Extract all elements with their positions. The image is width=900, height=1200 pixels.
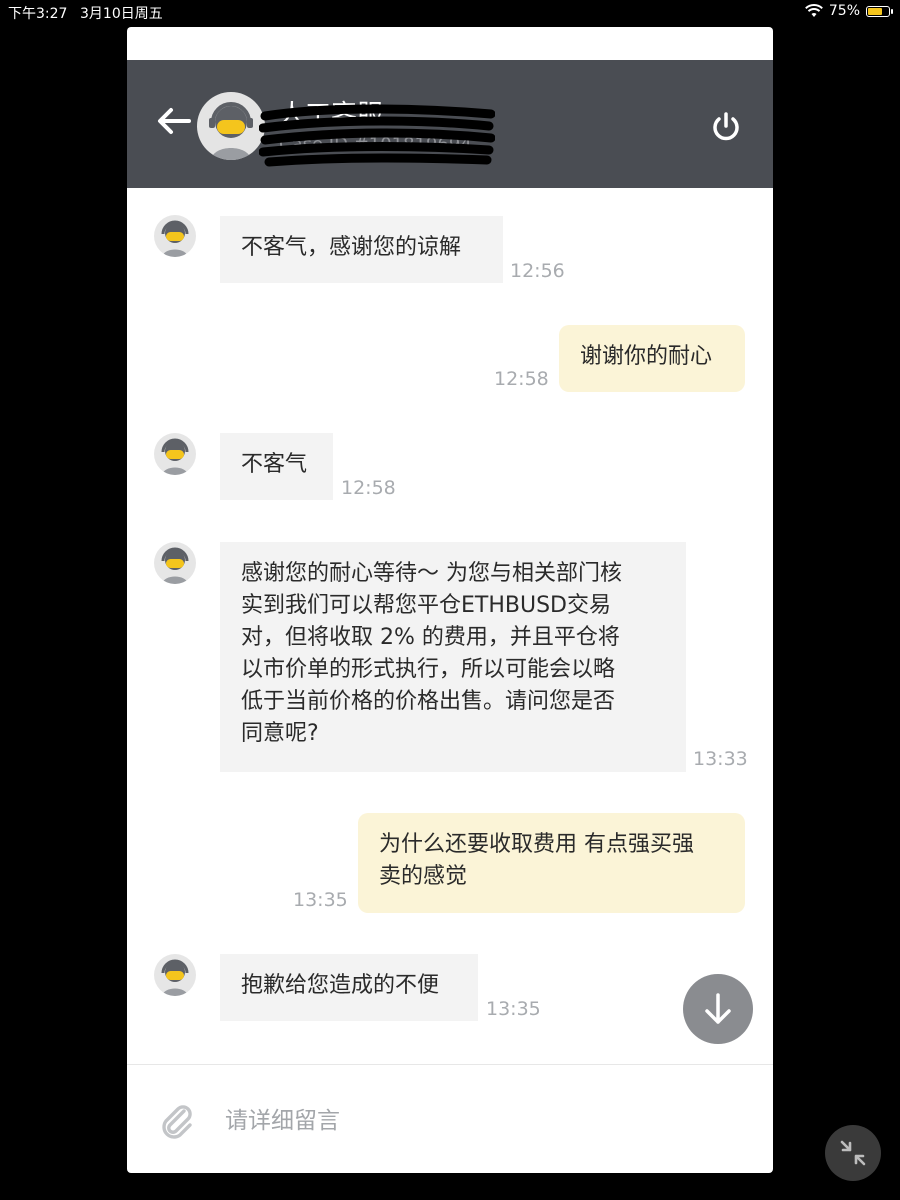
status-right: 75%	[804, 3, 893, 19]
status-bar: 下午3:27 3月10日周五 75%	[0, 0, 900, 24]
agent-avatar-small	[154, 954, 196, 996]
message-line: 不客气	[241, 452, 308, 477]
message-time: 12:58	[494, 368, 549, 390]
message-time: 12:58	[341, 477, 396, 499]
message-line: 抱歉给您造成的不便	[241, 973, 440, 998]
power-icon[interactable]	[709, 110, 743, 144]
status-time: 下午3:27	[8, 6, 68, 22]
battery-percent: 75%	[828, 3, 860, 19]
message-bubble: 不客气	[220, 433, 333, 500]
redaction-scribble	[259, 104, 495, 167]
message-bubble: 抱歉给您造成的不便	[220, 954, 478, 1021]
scroll-to-bottom-button[interactable]	[683, 974, 753, 1044]
message-line: 以市价单的形式执行，所以可能会以略	[241, 657, 616, 682]
message-line: 同意呢?	[241, 721, 319, 746]
message-bubble: 谢谢你的耐心	[559, 325, 745, 392]
agent-avatar-small	[154, 215, 196, 257]
message-time: 13:35	[293, 889, 348, 911]
arrow-down-icon	[705, 993, 731, 1024]
message-line: 不客气，感谢您的谅解	[241, 235, 462, 260]
message-time: 13:33	[693, 748, 748, 770]
chat-panel: 人工客服 Case ID #101819694 不客气，感谢您的谅解 12:56…	[127, 27, 773, 1173]
message-line: 对，但将收取 2% 的费用，并且平仓将	[241, 625, 620, 650]
message-line: 低于当前价格的价格出售。请问您是否	[241, 689, 616, 714]
wifi-icon	[804, 4, 823, 17]
chat-header: 人工客服 Case ID #101819694	[127, 60, 773, 188]
battery-fill	[868, 7, 883, 15]
collapse-arrows-icon	[840, 1140, 866, 1166]
agent-avatar-small	[154, 542, 196, 584]
paperclip-icon[interactable]	[157, 1100, 197, 1140]
agent-avatar-small	[154, 433, 196, 475]
message-time: 12:56	[510, 260, 565, 282]
arrow-left-icon[interactable]	[157, 106, 191, 143]
message-bubble: 感谢您的耐心等待～ 为您与相关部门核 实到我们可以帮您平仓ETHBUSD交易 对…	[220, 542, 686, 772]
message-time: 13:35	[486, 998, 541, 1020]
message-line: 谢谢你的耐心	[580, 344, 713, 369]
message-line: 感谢您的耐心等待～ 为您与相关部门核	[241, 561, 622, 586]
message-line: 卖的感觉	[379, 864, 468, 889]
message-bubble: 不客气，感谢您的谅解	[220, 216, 503, 283]
message-line: 为什么还要收取费用 有点强买强	[379, 832, 694, 857]
status-date: 3月10日周五	[80, 6, 163, 22]
battery-icon	[866, 5, 893, 17]
composer-divider	[127, 1064, 773, 1065]
message-bubble: 为什么还要收取费用 有点强买强 卖的感觉	[358, 813, 745, 913]
message-line: 实到我们可以帮您平仓ETHBUSD交易	[241, 593, 611, 618]
minimize-button[interactable]	[825, 1125, 881, 1181]
agent-avatar	[197, 92, 265, 160]
message-input[interactable]: 请详细留言	[225, 1101, 340, 1135]
